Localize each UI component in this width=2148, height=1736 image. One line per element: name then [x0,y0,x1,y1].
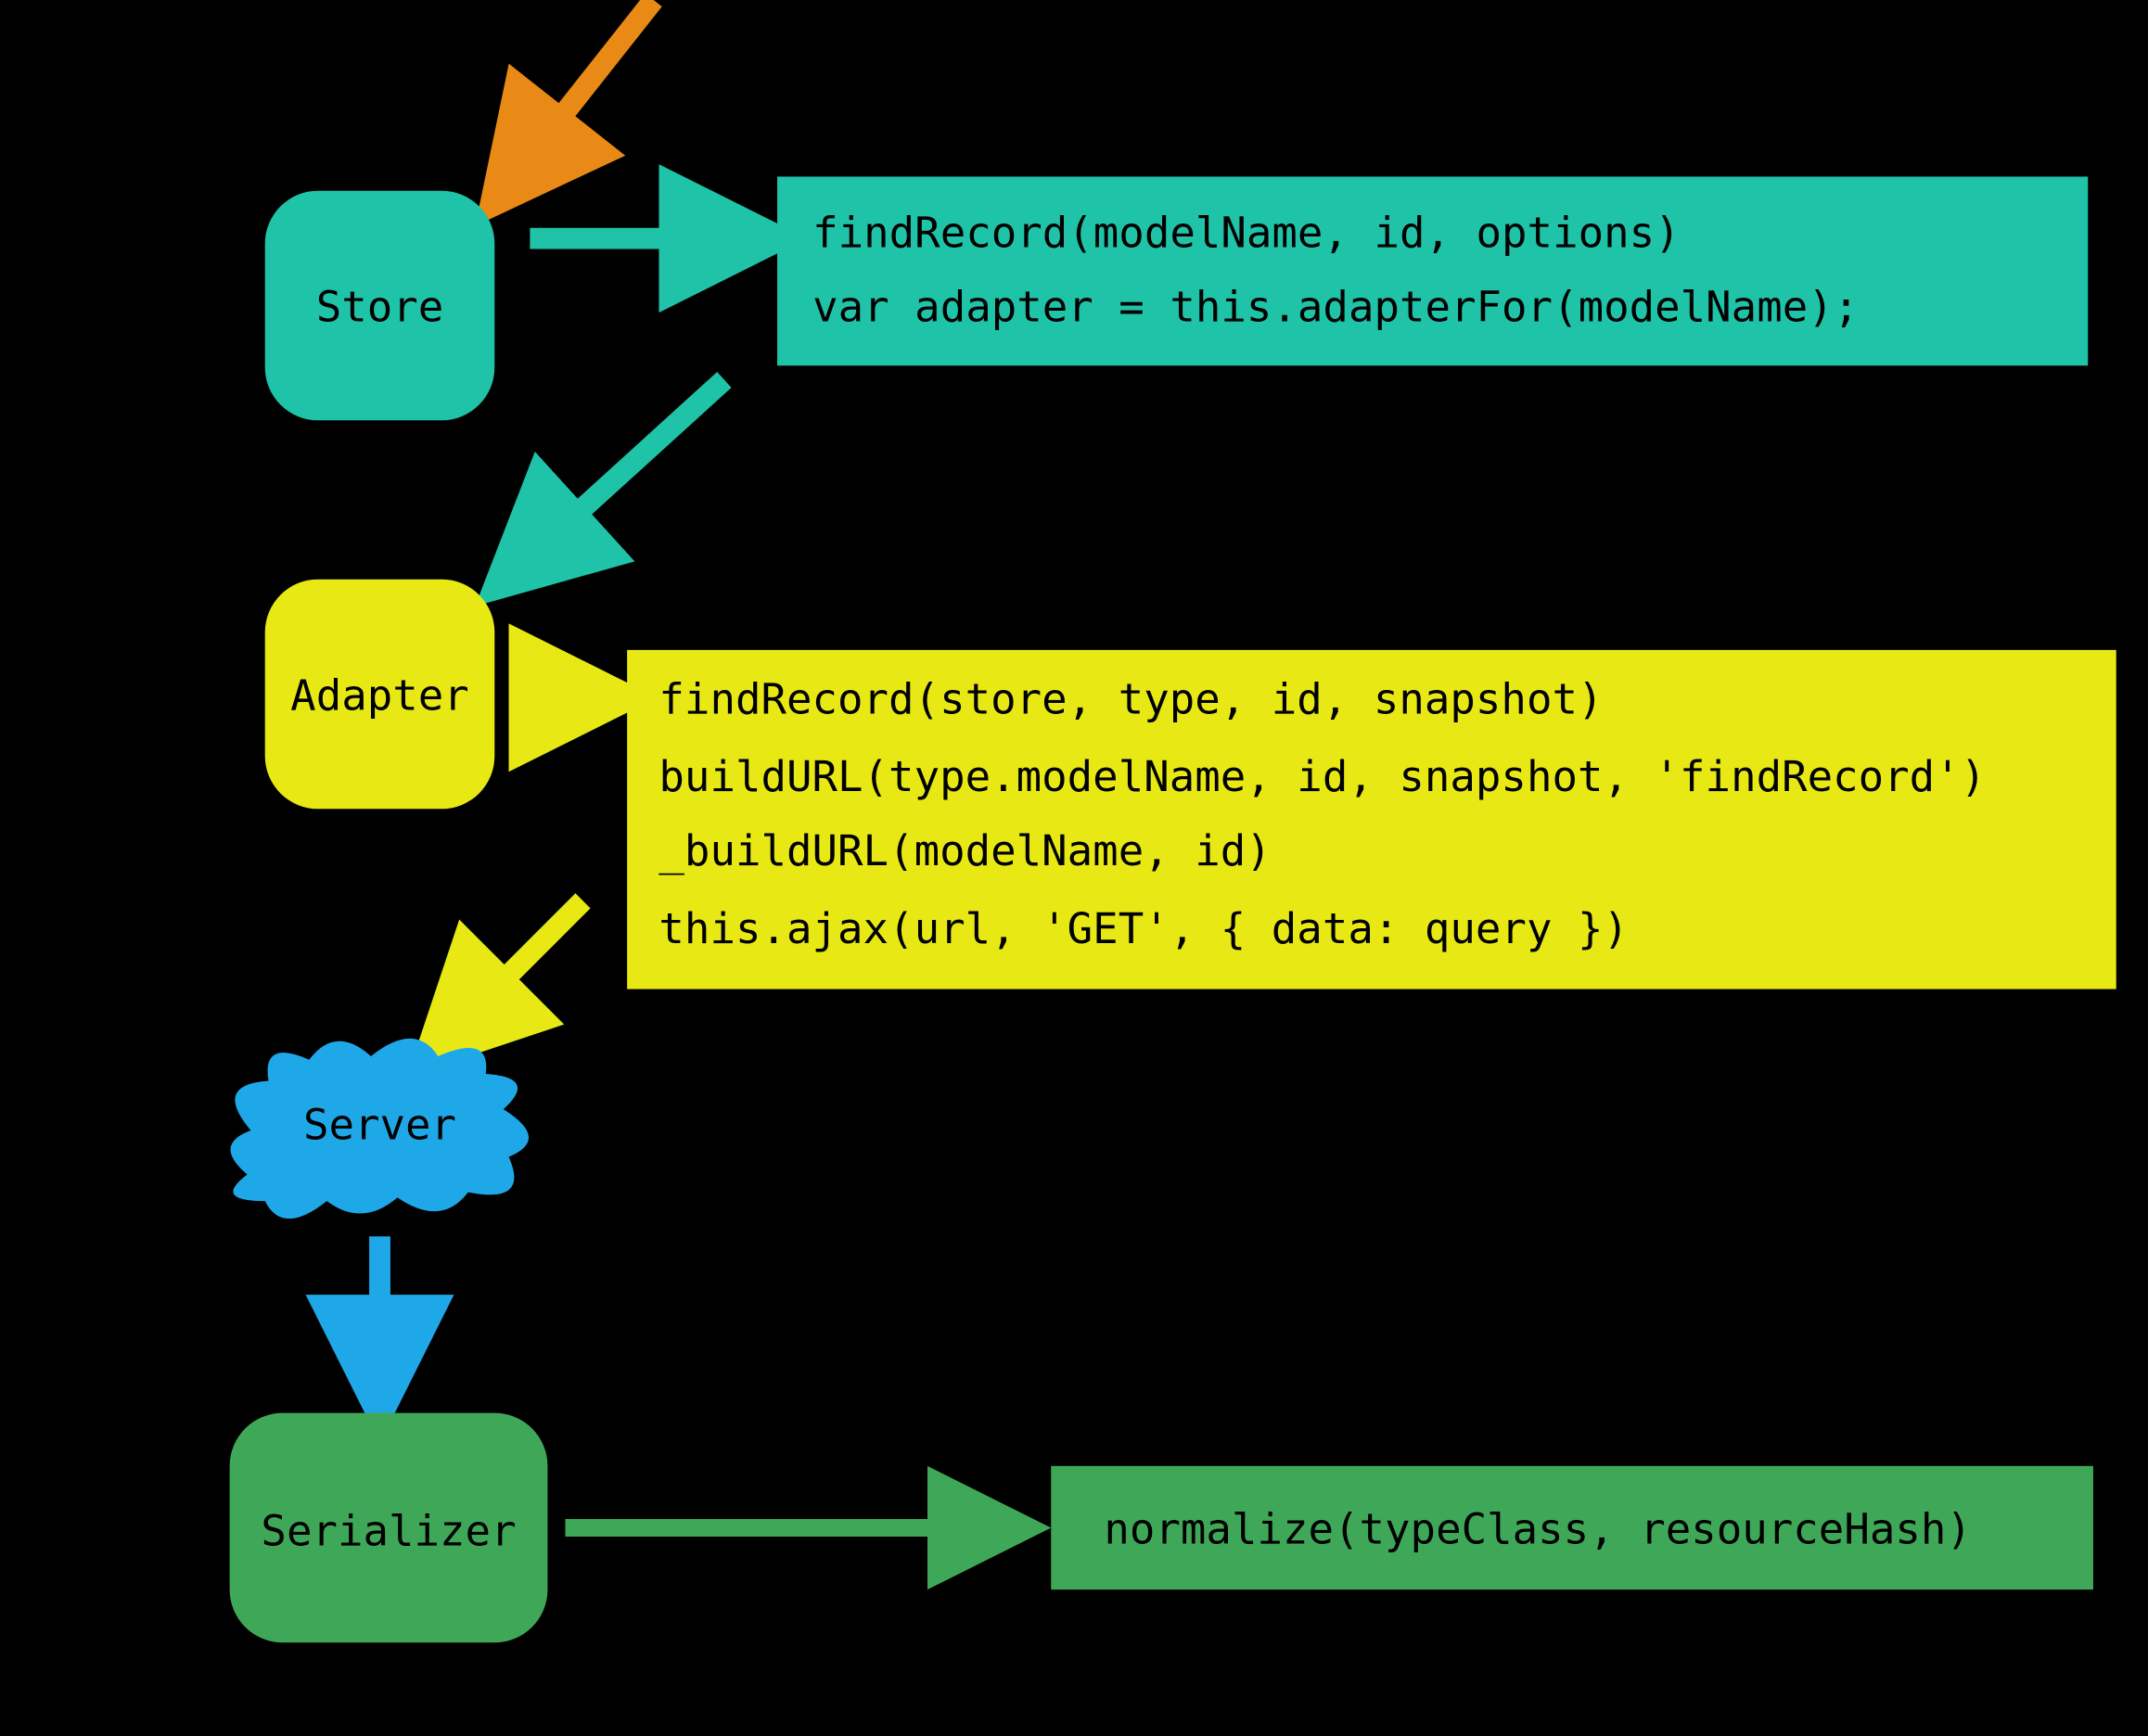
adapter-code-line-1: buildURL(type.modelName, id, snapshot, '… [658,752,1986,801]
serializer-node-label: Serializer [261,1507,516,1556]
adapter-code-line-3: this.ajax(url, 'GET', { data: query }) [658,904,1629,953]
store-code-line-0: findRecord(modelName, id, options) [812,209,1681,258]
store-code-box [777,176,2088,365]
store-node-label: Store [316,283,444,332]
serializer-code-line-0: normalize(typeClass, resourceHash) [1104,1505,1972,1554]
adapter-code-line-2: _buildURL(modelName, id) [658,826,1271,875]
adapter-code-line-0: findRecord(store, type, id, snapshot) [658,674,1603,723]
store-code-line-1: var adapter = this.adapterFor(modelName)… [812,283,1859,332]
server-node-label: Server [303,1100,456,1149]
adapter-node-label: Adapter [290,671,469,721]
arrow-incoming-to-store [521,0,654,168]
arrow-adapter-to-server [459,900,582,1024]
arrow-store-to-adapter [530,379,724,555]
